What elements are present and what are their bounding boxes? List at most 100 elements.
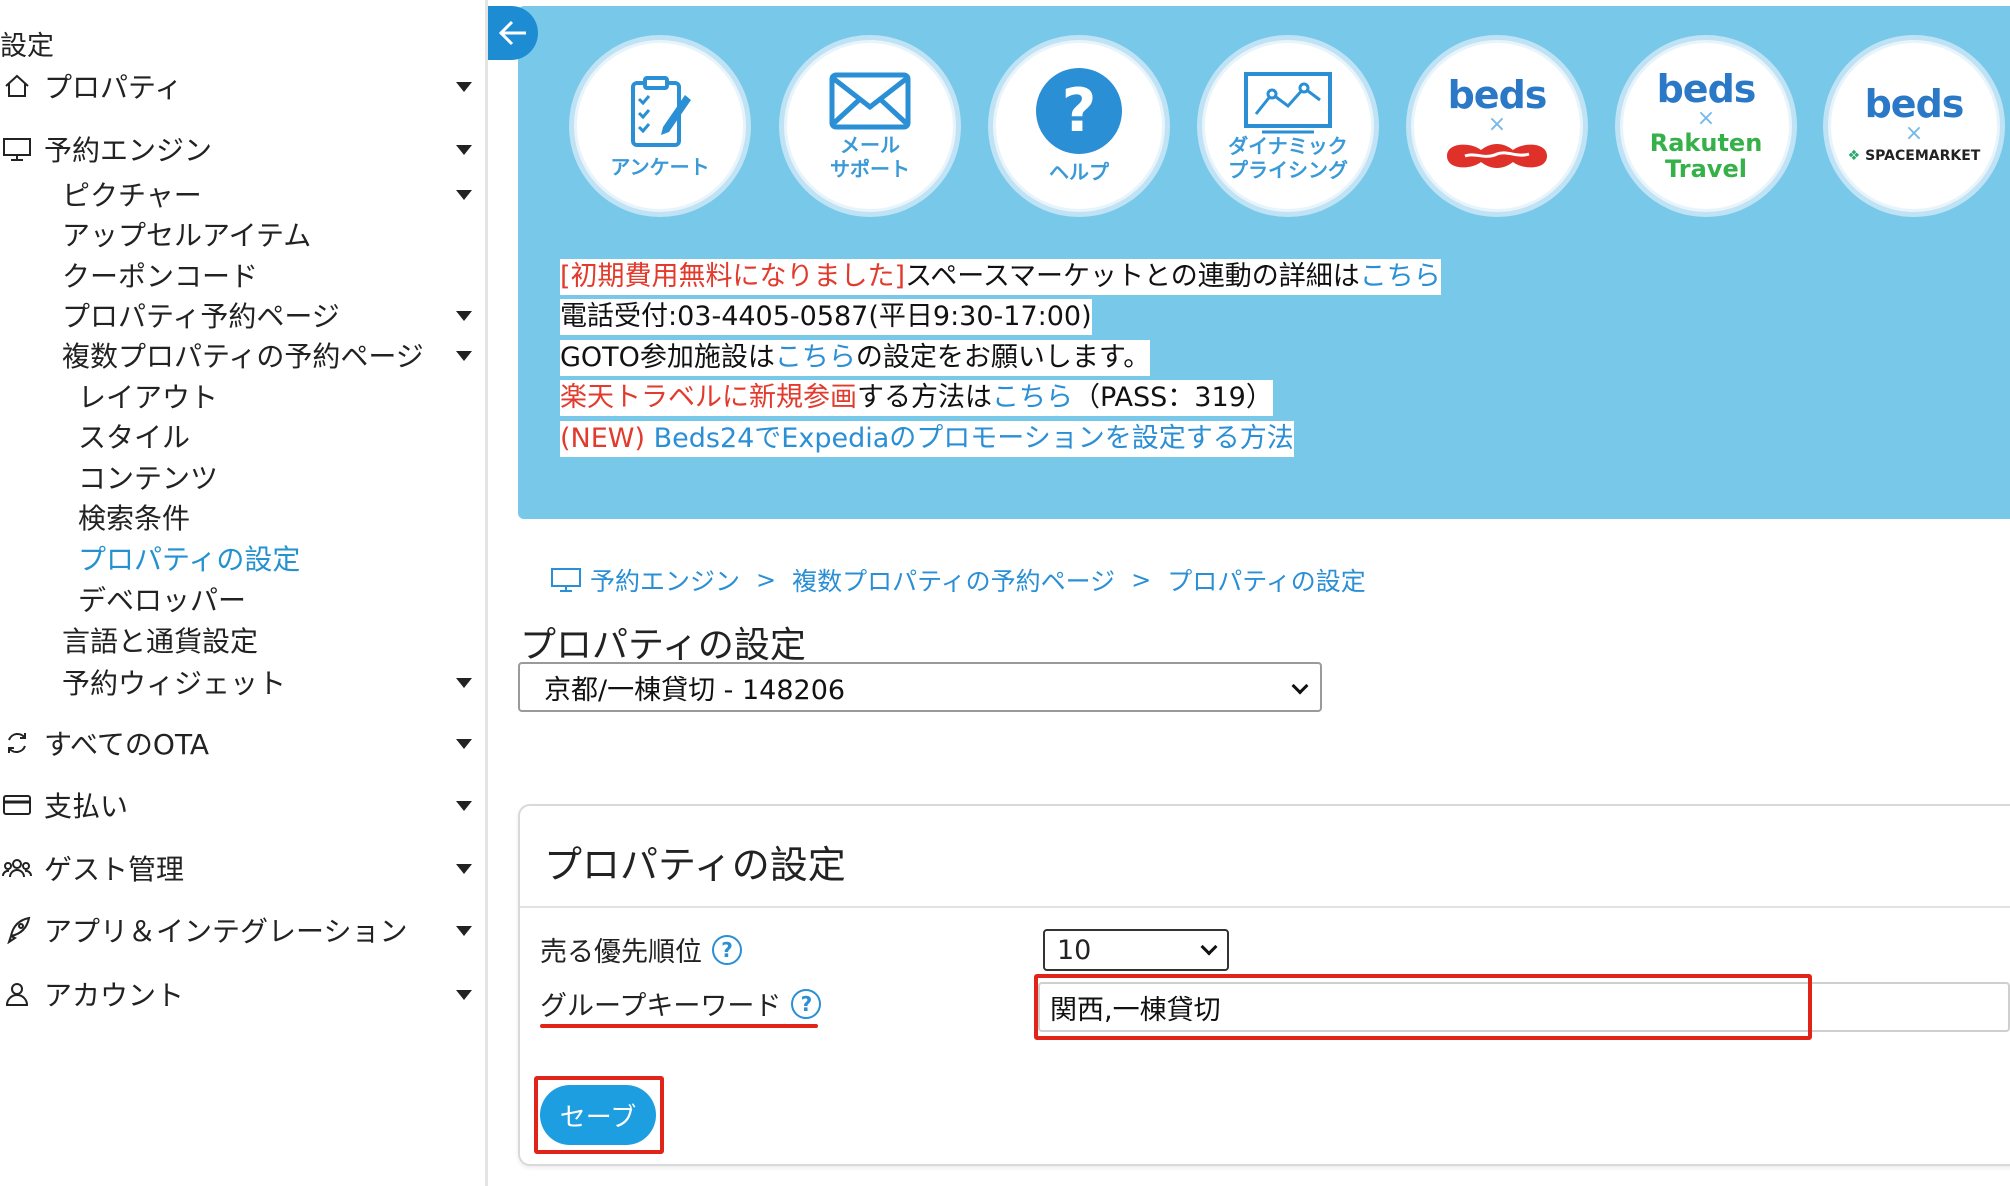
goto-settings-link[interactable]: こちら [775,342,856,373]
priority-select[interactable]: 10 [1043,929,1229,971]
breadcrumb-separator: > [1131,566,1152,594]
beds-spacemarket-button[interactable]: beds × ❖ SPACEMARKET [1828,40,2000,212]
sidebar-item-layout[interactable]: レイアウト [0,374,488,418]
sidebar-item-label: プロパティ予約ページ [62,300,340,333]
survey-button[interactable]: アンケート [574,40,746,212]
sidebar-item-label: 言語と通貨設定 [62,625,259,658]
annotation-box-keyword [1034,974,1812,1040]
jalan-logo [1447,144,1547,168]
banner-text: する方法は [857,382,992,413]
sidebar-item-label: 予約ウィジェット [62,667,287,700]
expedia-promotion-link[interactable]: Beds24でExpediaのプロモーションを設定する方法 [645,423,1294,454]
sidebar-item-developer[interactable]: デベロッパー [0,577,488,621]
chevron-down-icon[interactable] [456,82,472,92]
sidebar-item-upsell[interactable]: アップセルアイテム [0,212,488,256]
property-select[interactable]: 京都/一棟貸切 - 148206 [518,662,1322,712]
sidebar-item-label: ゲスト管理 [44,853,185,886]
banner-text: スペースマーケットとの連動の詳細は [905,261,1360,292]
sidebar-item-style[interactable]: スタイル [0,414,488,458]
annotation-underline [540,1024,818,1028]
sidebar-item-label: 検索条件 [78,502,191,535]
breadcrumb-item[interactable]: 複数プロパティの予約ページ [792,562,1115,598]
panel-title: プロパティの設定 [544,843,846,887]
help-icon[interactable]: ? [712,934,742,965]
sidebar-item-property-booking-page[interactable]: プロパティ予約ページ [0,293,488,337]
sidebar-item-multi-property-page[interactable]: 複数プロパティの予約ページ [0,333,488,377]
sidebar-item-label: 複数プロパティの予約ページ [62,340,424,373]
keyword-label: グループキーワード ? [540,984,822,1023]
sidebar-item-coupon[interactable]: クーポンコード [0,253,488,297]
sidebar: 設定 プロパティ 予約エンジン ピクチャー アップセルアイテム クーポンコード … [0,0,488,1186]
sidebar-item-label: スタイル [78,421,191,454]
chevron-down-icon[interactable] [456,801,472,811]
help-button[interactable]: ? ヘルプ [993,40,1165,212]
chevron-down-icon[interactable] [456,926,472,936]
sidebar-item-contents[interactable]: コンテンツ [0,455,488,499]
sidebar-item-label: プロパティ [44,71,183,104]
banner-text: の設定をお願いします。 [855,342,1151,373]
breadcrumb-separator: > [756,566,777,594]
arrow-left-icon [498,20,526,46]
chevron-down-icon[interactable] [456,739,472,749]
circle-label: ヘルプ [1049,160,1109,184]
priority-label-text: 売る優先順位 [540,937,702,968]
rakuten-logo-line1: Rakuten [1649,129,1763,157]
banner-notice: 楽天トラベルに新規参画 [560,382,857,413]
sidebar-item-search-conditions[interactable]: 検索条件 [0,495,488,539]
user-icon [0,977,34,1011]
rakuten-howto-link[interactable]: こちら [992,382,1073,413]
clipboard-icon [631,76,691,147]
sidebar-item-guest-management[interactable]: ゲスト管理 [0,846,488,890]
credit-card-icon [0,788,34,822]
rocket-icon [0,913,34,947]
dynamic-pricing-button[interactable]: ダイナミック プライシング [1202,40,1374,212]
banner-line-3: GOTO参加施設はこちらの設定をお願いします。 [560,340,1151,376]
chevron-down-icon[interactable] [456,864,472,874]
sidebar-item-label: 予約エンジン [44,134,213,167]
beds-rakuten-button[interactable]: beds × Rakuten Travel [1620,40,1792,212]
times-icon: × [1904,121,1924,146]
banner-line-4: 楽天トラベルに新規参画する方法はこちら（PASS：319） [560,380,1273,416]
sidebar-item-label: クーポンコード [62,260,259,293]
sidebar-item-account[interactable]: アカウント [0,972,488,1016]
banner-new-badge: (NEW) [560,423,646,454]
sidebar-item-property[interactable]: プロパティ [0,64,488,108]
rakuten-logo-line2: Travel [1665,155,1747,183]
beds24-logo: beds [1447,73,1548,117]
sidebar-item-all-ota[interactable]: すべてのOTA [0,721,488,765]
chevron-down-icon[interactable] [456,351,472,361]
email-support-button[interactable]: メール サポート [784,40,956,212]
sidebar-title: 設定 [0,31,54,62]
sidebar-item-booking-widget[interactable]: 予約ウィジェット [0,660,488,704]
phone-info: 電話受付:03-4405-0587(平日9:30-17:00) [560,301,1092,332]
sidebar-item-booking-engine[interactable]: 予約エンジン [0,127,488,171]
sidebar-item-label: 支払い [44,790,129,823]
panel-divider [520,906,2010,908]
circle-label: アンケート [610,155,710,179]
breadcrumb-item[interactable]: 予約エンジン [590,562,740,598]
chevron-down-icon[interactable] [456,311,472,321]
help-icon[interactable]: ? [791,988,822,1019]
breadcrumb-item[interactable]: プロパティの設定 [1167,562,1366,598]
chevron-down-icon[interactable] [456,145,472,155]
sidebar-item-payments[interactable]: 支払い [0,783,488,827]
sidebar-item-pictures[interactable]: ピクチャー [0,172,488,216]
chevron-down-icon[interactable] [456,190,472,200]
chevron-down-icon [1291,677,1309,695]
chevron-down-icon[interactable] [456,678,472,688]
sidebar-item-label: すべてのOTA [44,728,210,761]
chevron-down-icon[interactable] [456,990,472,1000]
users-icon [0,851,34,885]
sidebar-item-property-settings[interactable]: プロパティの設定 [0,536,488,580]
monitor-icon [551,568,581,592]
priority-select-value: 10 [1057,934,1092,966]
sidebar-item-label: プロパティの設定 [78,543,301,576]
home-icon [0,69,34,103]
times-icon: × [1696,106,1716,131]
chevron-down-icon [1200,938,1218,956]
spacemarket-details-link[interactable]: こちら [1360,261,1441,292]
beds-jalan-button[interactable]: beds × [1411,40,1583,212]
sidebar-item-apps-integrations[interactable]: アプリ＆インテグレーション [0,908,488,952]
sidebar-item-language-currency[interactable]: 言語と通貨設定 [0,618,488,662]
keyword-label-text: グループキーワード [540,991,782,1022]
